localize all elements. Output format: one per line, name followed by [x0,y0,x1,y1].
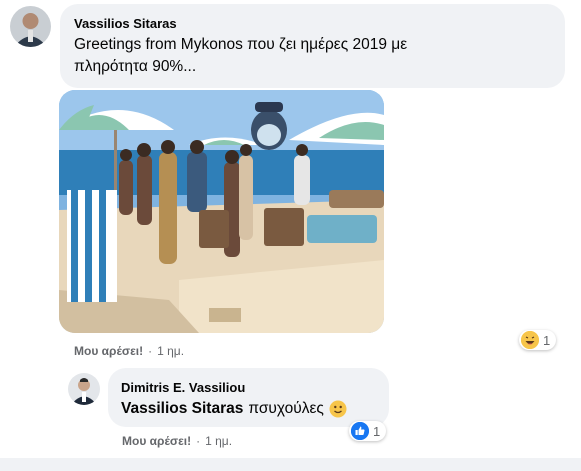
reply-actions: Μου αρέσει! · 1 ημ. [122,434,232,448]
reply-reactions[interactable]: 1 [349,421,387,441]
reply-reaction-count: 1 [373,423,381,439]
reply-avatar-photo [68,373,100,405]
meta-separator: · [196,434,201,448]
comment-text-line-1: Greetings from Mykonos που ζει ημέρες 20… [74,36,408,53]
reply-avatar[interactable] [68,373,100,405]
slightly-smiling-face-icon [329,400,347,418]
commenter-avatar[interactable] [10,6,51,47]
like-icon [351,422,369,440]
bottom-divider [0,458,581,471]
beach-photo-image [59,90,384,333]
reply-author[interactable]: Dimitris E. Vassiliou [121,380,245,395]
reply-mention[interactable]: Vassilios Sitaras [121,398,243,420]
comment-bubble: Vassilios Sitaras Greetings from Mykonos… [60,4,565,88]
reply-timestamp[interactable]: 1 ημ. [205,434,232,448]
reply-bubble: Dimitris E. Vassiliou Vassilios Sitaras … [108,368,389,427]
comment-reaction-count: 1 [543,332,551,348]
comment-like-button[interactable]: Μου αρέσει! [74,344,143,358]
reply-like-button[interactable]: Μου αρέσει! [122,434,191,448]
comment-author[interactable]: Vassilios Sitaras [74,16,177,31]
comment-timestamp[interactable]: 1 ημ. [157,344,184,358]
meta-separator: · [148,344,153,358]
comment-reactions[interactable]: 1 [519,330,557,350]
comment-text-line-2: πληρότητα 90%... [74,58,197,75]
haha-emoji-icon [521,331,539,349]
comment-actions: Μου αρέσει! · 1 ημ. [74,344,184,358]
avatar-photo [10,6,51,47]
reply-body-text: πσυχούλες [248,400,324,417]
reply-text: Vassilios Sitaras πσυχούλες [121,398,347,420]
comment-photo[interactable] [59,90,384,333]
comment-text: Greetings from Mykonos που ζει ημέρες 20… [74,34,407,78]
